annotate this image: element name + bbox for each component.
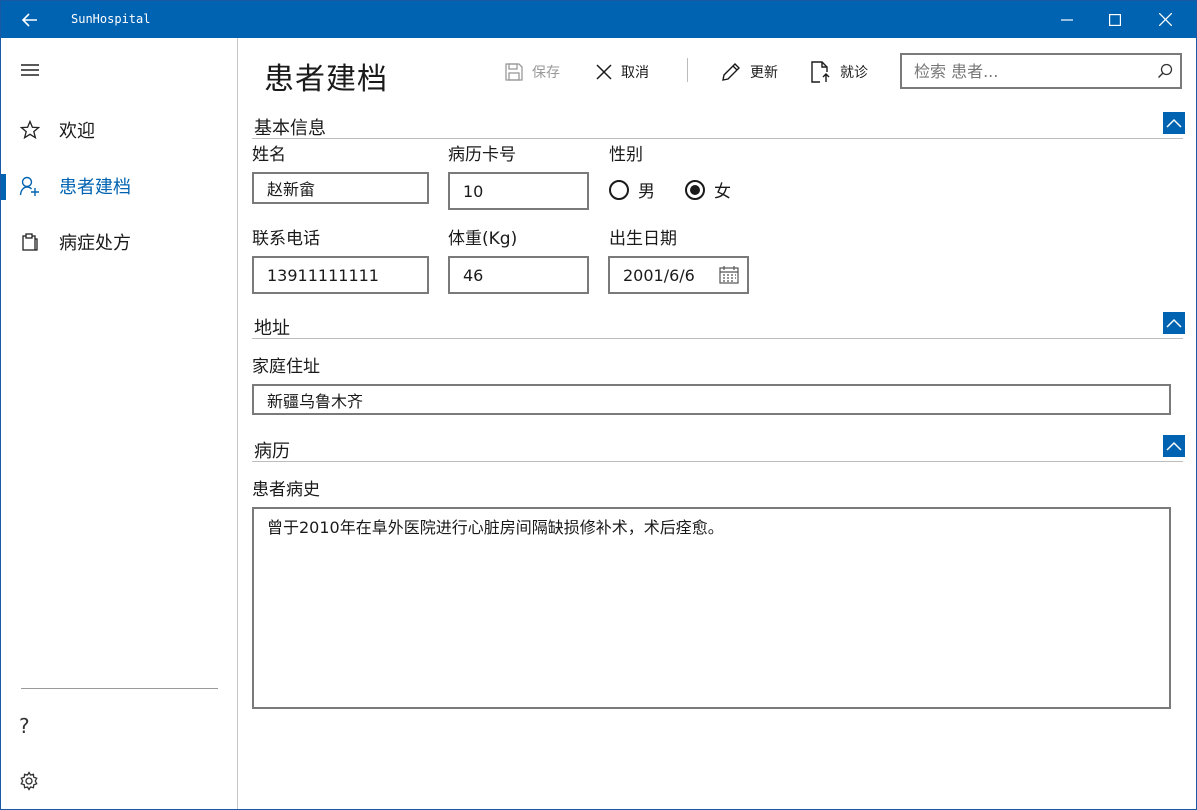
weight-label: 体重(Kg) xyxy=(448,229,518,249)
toolbar-separator xyxy=(687,58,688,82)
save-label: 保存 xyxy=(532,65,560,81)
document-upload-icon xyxy=(811,61,830,83)
radio-circle xyxy=(609,179,629,200)
section-title: 基本信息 xyxy=(254,118,326,139)
app-title: SunHospital xyxy=(71,12,151,26)
gender-label: 性别 xyxy=(609,145,643,165)
person-add-icon xyxy=(19,176,39,196)
gear-icon xyxy=(20,771,38,791)
name-label: 姓名 xyxy=(252,145,286,165)
radio-label: 男 xyxy=(638,182,655,202)
card-number-field[interactable]: 10 xyxy=(448,172,589,210)
update-label: 更新 xyxy=(750,65,778,81)
title-bar: SunHospital xyxy=(1,1,1196,38)
settings-button[interactable] xyxy=(19,771,39,795)
name-field[interactable]: 赵新畲 xyxy=(252,172,429,204)
help-button[interactable]: ? xyxy=(19,714,30,738)
sidebar-item-patient-records[interactable]: 患者建档 xyxy=(1,162,237,210)
sidebar: 欢迎 患者建档 病症处方 ? xyxy=(1,38,238,809)
maximize-button[interactable] xyxy=(1091,1,1139,38)
page-title: 患者建档 xyxy=(264,62,388,97)
search-icon xyxy=(1158,63,1173,78)
sidebar-item-welcome[interactable]: 欢迎 xyxy=(1,106,237,154)
cancel-button[interactable]: 取消 xyxy=(595,58,649,86)
medical-history-label: 患者病史 xyxy=(252,480,320,500)
chevron-up-icon xyxy=(1166,441,1182,451)
sidebar-divider xyxy=(21,688,218,689)
search-input[interactable] xyxy=(902,56,1150,86)
search-box xyxy=(900,53,1182,89)
radio-dot xyxy=(690,184,700,195)
cancel-label: 取消 xyxy=(621,65,649,81)
birth-date-label: 出生日期 xyxy=(609,229,677,249)
card-number-label: 病历卡号 xyxy=(448,145,516,165)
save-icon xyxy=(505,63,523,81)
sidebar-item-prescriptions[interactable]: 病症处方 xyxy=(1,218,237,266)
update-button[interactable]: 更新 xyxy=(720,58,778,86)
phone-field[interactable]: 13911111111 xyxy=(252,256,429,294)
save-button[interactable]: 保存 xyxy=(504,58,560,86)
chevron-up-icon xyxy=(1166,318,1182,328)
radio-label: 女 xyxy=(714,182,731,202)
maximize-icon xyxy=(1109,13,1121,26)
section-address: 地址 xyxy=(252,312,1185,339)
back-button[interactable] xyxy=(1,1,59,38)
pencil-icon xyxy=(722,63,740,81)
section-basic-info: 基本信息 xyxy=(252,112,1185,139)
collapse-basic-info-button[interactable] xyxy=(1163,112,1185,134)
visit-label: 就诊 xyxy=(840,65,868,81)
section-title: 病历 xyxy=(254,441,290,462)
star-icon xyxy=(20,120,40,140)
active-indicator xyxy=(1,174,6,200)
arrow-left-icon xyxy=(22,12,37,27)
hamburger-icon[interactable] xyxy=(19,62,41,78)
collapse-address-button[interactable] xyxy=(1163,312,1185,334)
home-address-label: 家庭住址 xyxy=(252,357,320,377)
gender-female-radio[interactable]: 女 xyxy=(685,177,731,202)
close-button[interactable] xyxy=(1141,1,1189,38)
home-address-field[interactable]: 新疆乌鲁木齐 xyxy=(252,384,1171,415)
minimize-button[interactable] xyxy=(1043,1,1091,38)
birth-date-value: 2001/6/6 xyxy=(623,265,695,285)
calendar-icon xyxy=(719,266,739,284)
close-icon xyxy=(596,64,612,80)
clipboard-icon xyxy=(22,233,38,251)
main-content: 患者建档 保存 取消 更新 就诊 检索 患者... 基本信息 姓名 赵新畲 病历… xyxy=(238,38,1196,809)
minimize-icon xyxy=(1061,18,1073,21)
phone-label: 联系电话 xyxy=(252,229,320,249)
section-history: 病历 xyxy=(252,435,1185,462)
radio-circle-selected xyxy=(685,179,705,200)
gender-male-radio[interactable]: 男 xyxy=(609,177,655,202)
app-window: SunHospital 欢迎 患者建档 病症处方 ? 患者建档 保存 取消 更新… xyxy=(0,0,1197,810)
medical-history-textarea[interactable]: 曾于2010年在阜外医院进行心脏房间隔缺损修补术，术后痊愈。 xyxy=(252,507,1171,709)
weight-field[interactable]: 46 xyxy=(448,256,589,294)
chevron-up-icon xyxy=(1166,118,1182,128)
visit-button[interactable]: 就诊 xyxy=(810,58,868,86)
collapse-history-button[interactable] xyxy=(1163,435,1185,457)
birth-date-picker[interactable]: 2001/6/6 xyxy=(608,256,749,294)
close-icon xyxy=(1158,13,1172,26)
section-title: 地址 xyxy=(254,318,290,339)
sidebar-item-label: 患者建档 xyxy=(59,177,131,198)
sidebar-item-label: 欢迎 xyxy=(59,121,95,142)
search-button[interactable] xyxy=(1150,63,1180,79)
sidebar-item-label: 病症处方 xyxy=(59,233,131,254)
